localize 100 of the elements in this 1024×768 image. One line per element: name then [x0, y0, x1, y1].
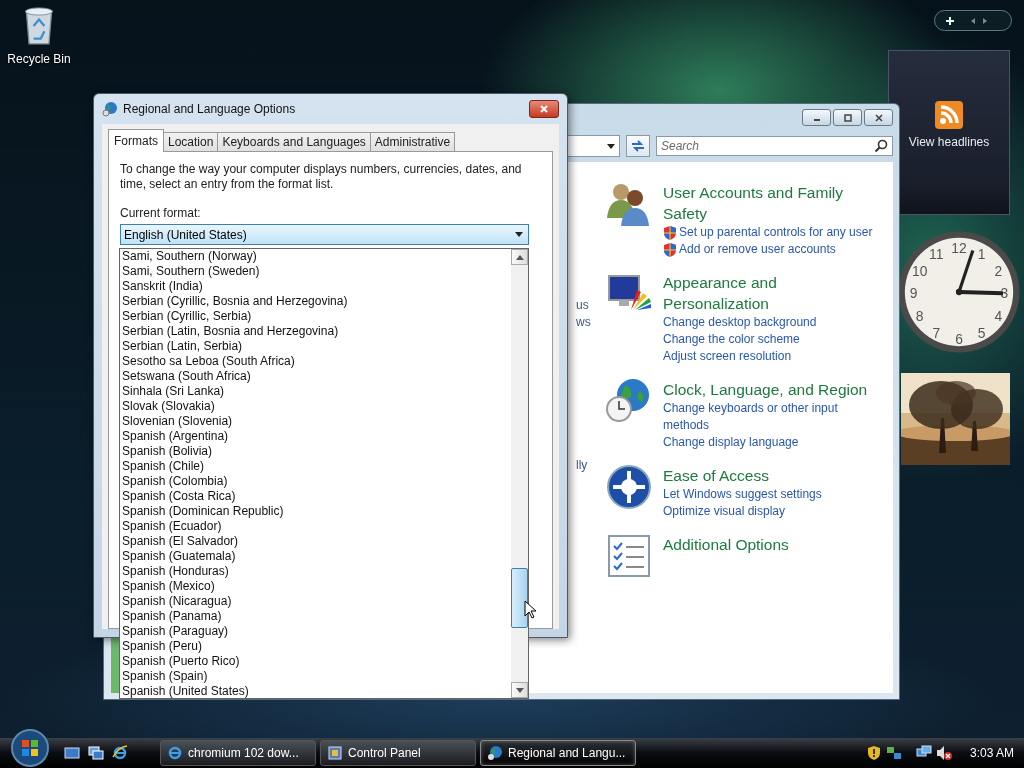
task-link[interactable]: Let Windows suggest settings [663, 486, 822, 503]
clock-numeral: 12 [951, 239, 967, 256]
clock-numeral: 1 [977, 246, 986, 262]
browser-icon[interactable] [112, 745, 128, 761]
close-icon[interactable] [873, 112, 884, 123]
caret-icon[interactable] [607, 143, 615, 149]
dropdown-option[interactable]: Serbian (Latin, Serbia) [120, 339, 511, 354]
tab[interactable]: Keyboards and Languages [217, 132, 371, 151]
up-arrow-icon[interactable] [515, 254, 524, 260]
task-link[interactable]: Set up parental controls for any user [679, 224, 873, 241]
scrollbar-thumb[interactable] [511, 568, 528, 628]
checklist-icon[interactable] [605, 532, 653, 580]
clock-numeral: 11 [929, 246, 944, 262]
globe-icon[interactable] [487, 745, 503, 761]
dropdown-option[interactable]: Serbian (Latin, Bosnia and Herzegovina) [120, 324, 511, 339]
show-desktop-icon[interactable] [64, 745, 80, 761]
field-label: Current format: [120, 206, 202, 220]
dropdown-option[interactable]: Slovak (Slovakia) [120, 399, 511, 414]
task-link[interactable]: Change keyboards or other input methods [663, 400, 885, 434]
dropdown-option[interactable]: Setswana (South Africa) [120, 369, 511, 384]
dropdown-option[interactable]: Spanish (Bolivia) [120, 444, 511, 459]
ease-of-access-icon[interactable] [605, 463, 653, 511]
dropdown-option[interactable]: Spanish (Ecuador) [120, 519, 511, 534]
dropdown-option[interactable]: Spanish (Nicaragua) [120, 594, 511, 609]
dropdown-option[interactable]: Slovenian (Slovenia) [120, 414, 511, 429]
search-icon[interactable] [874, 139, 888, 153]
dropdown-option[interactable]: Sami, Southern (Norway) [120, 249, 511, 264]
task-link[interactable]: Change desktop background [663, 314, 817, 331]
task-link[interactable]: Change the color scheme [663, 331, 800, 348]
dropdown-option[interactable]: Spanish (Spain) [120, 669, 511, 684]
maximize-icon[interactable] [842, 112, 853, 123]
window-title: Regional and Language Options [123, 102, 297, 116]
dropdown-option[interactable]: Spanish (Mexico) [120, 579, 511, 594]
taskbar-button[interactable]: Control Panel [320, 740, 476, 766]
scrollbar[interactable] [511, 249, 528, 698]
taskbar-button[interactable]: chromium 102 dow... [160, 740, 316, 766]
desktop-icon-label[interactable]: Recycle Bin [7, 52, 71, 66]
task-link[interactable]: Adjust screen resolution [663, 348, 792, 365]
rss-feed-icon[interactable] [935, 101, 963, 129]
network-icon[interactable] [885, 745, 902, 761]
category-title-link[interactable]: User Accounts and Family Safety [663, 182, 868, 224]
close-button[interactable] [864, 109, 893, 126]
dropdown-option[interactable]: Spanish (Peru) [120, 639, 511, 654]
dropdown-option[interactable]: Serbian (Cyrillic, Serbia) [120, 309, 511, 324]
task-link[interactable]: Optimize visual display [663, 503, 786, 520]
dropdown-option[interactable]: Sinhala (Sri Lanka) [120, 384, 511, 399]
dropdown-option[interactable]: Spanish (Colombia) [120, 474, 511, 489]
clock-numeral: 8 [915, 308, 924, 324]
minimize-button[interactable] [802, 109, 831, 126]
dropdown-option[interactable]: Spanish (Guatemala) [120, 549, 511, 564]
add-icon[interactable] [945, 15, 955, 26]
clock-numeral: 6 [955, 330, 963, 347]
control-panel-icon[interactable] [327, 745, 343, 761]
browser-icon[interactable] [167, 745, 183, 761]
dropdown-option[interactable]: Spanish (Paraguay) [120, 624, 511, 639]
maximize-button[interactable] [833, 109, 862, 126]
dropdown-option[interactable]: Spanish (Costa Rica) [120, 489, 511, 504]
category-title-link[interactable]: Ease of Access [663, 465, 868, 486]
tab[interactable]: Formats [108, 129, 164, 152]
taskbar-button[interactable]: Regional and Langu... [480, 740, 636, 766]
speaker-muted-icon[interactable] [935, 745, 952, 761]
shield-icon [663, 241, 677, 258]
scroll-down-button[interactable] [511, 682, 528, 698]
nav-link[interactable]: lly [576, 458, 588, 472]
tab[interactable]: Administrative [369, 132, 456, 151]
tab[interactable]: Location [163, 132, 219, 151]
format-dropdown[interactable]: English (United States) [120, 224, 529, 245]
category-title-link[interactable]: Clock, Language, and Region [663, 379, 868, 400]
dropdown-option[interactable]: Spanish (Dominican Republic) [120, 504, 511, 519]
start-button[interactable] [10, 728, 50, 768]
dropdown-option[interactable]: Spanish (Honduras) [120, 564, 511, 579]
scroll-up-button[interactable] [511, 249, 528, 265]
view-headlines-link[interactable]: View headlines [908, 135, 990, 149]
dropdown-option[interactable]: Spanish (Argentina) [120, 429, 511, 444]
dropdown-option[interactable]: Sesotho sa Leboa (South Africa) [120, 354, 511, 369]
dropdown-option[interactable]: Spanish (Puerto Rico) [120, 654, 511, 669]
dropdown-option[interactable]: Spanish (United States) [120, 684, 511, 699]
switch-windows-icon[interactable] [88, 745, 104, 761]
taskbar-clock[interactable]: 3:03 AM [969, 746, 1014, 760]
dropdown-option[interactable]: Spanish (Panama) [120, 609, 511, 624]
clock-numeral: 9 [909, 285, 918, 302]
search-field[interactable]: Search [656, 136, 893, 156]
category-title-link[interactable]: Appearance and Personalization [663, 272, 868, 314]
shield-icon [663, 224, 677, 241]
dropdown-option[interactable]: Sami, Southern (Sweden) [120, 264, 511, 279]
category-title-link[interactable]: Additional Options [663, 534, 868, 555]
close-button[interactable] [529, 100, 559, 118]
security-shield-icon[interactable] [865, 745, 882, 761]
clock-numeral: 3 [1000, 285, 1009, 302]
task-link[interactable]: Add or remove user accounts [679, 241, 836, 258]
down-arrow-icon[interactable] [515, 687, 524, 693]
caret-icon[interactable] [515, 232, 523, 237]
nav-link[interactable]: ws [576, 315, 591, 329]
task-link[interactable]: Change display language [663, 434, 799, 451]
dropdown-option[interactable]: Sanskrit (India) [120, 279, 511, 294]
dropdown-option[interactable]: Serbian (Cyrillic, Bosnia and Herzegovina) [120, 294, 511, 309]
dropdown-option[interactable]: Spanish (El Salvador) [120, 534, 511, 549]
dropdown-option[interactable]: Spanish (Chile) [120, 459, 511, 474]
clock-numeral: 7 [932, 324, 941, 341]
nav-link[interactable]: us [576, 298, 589, 312]
